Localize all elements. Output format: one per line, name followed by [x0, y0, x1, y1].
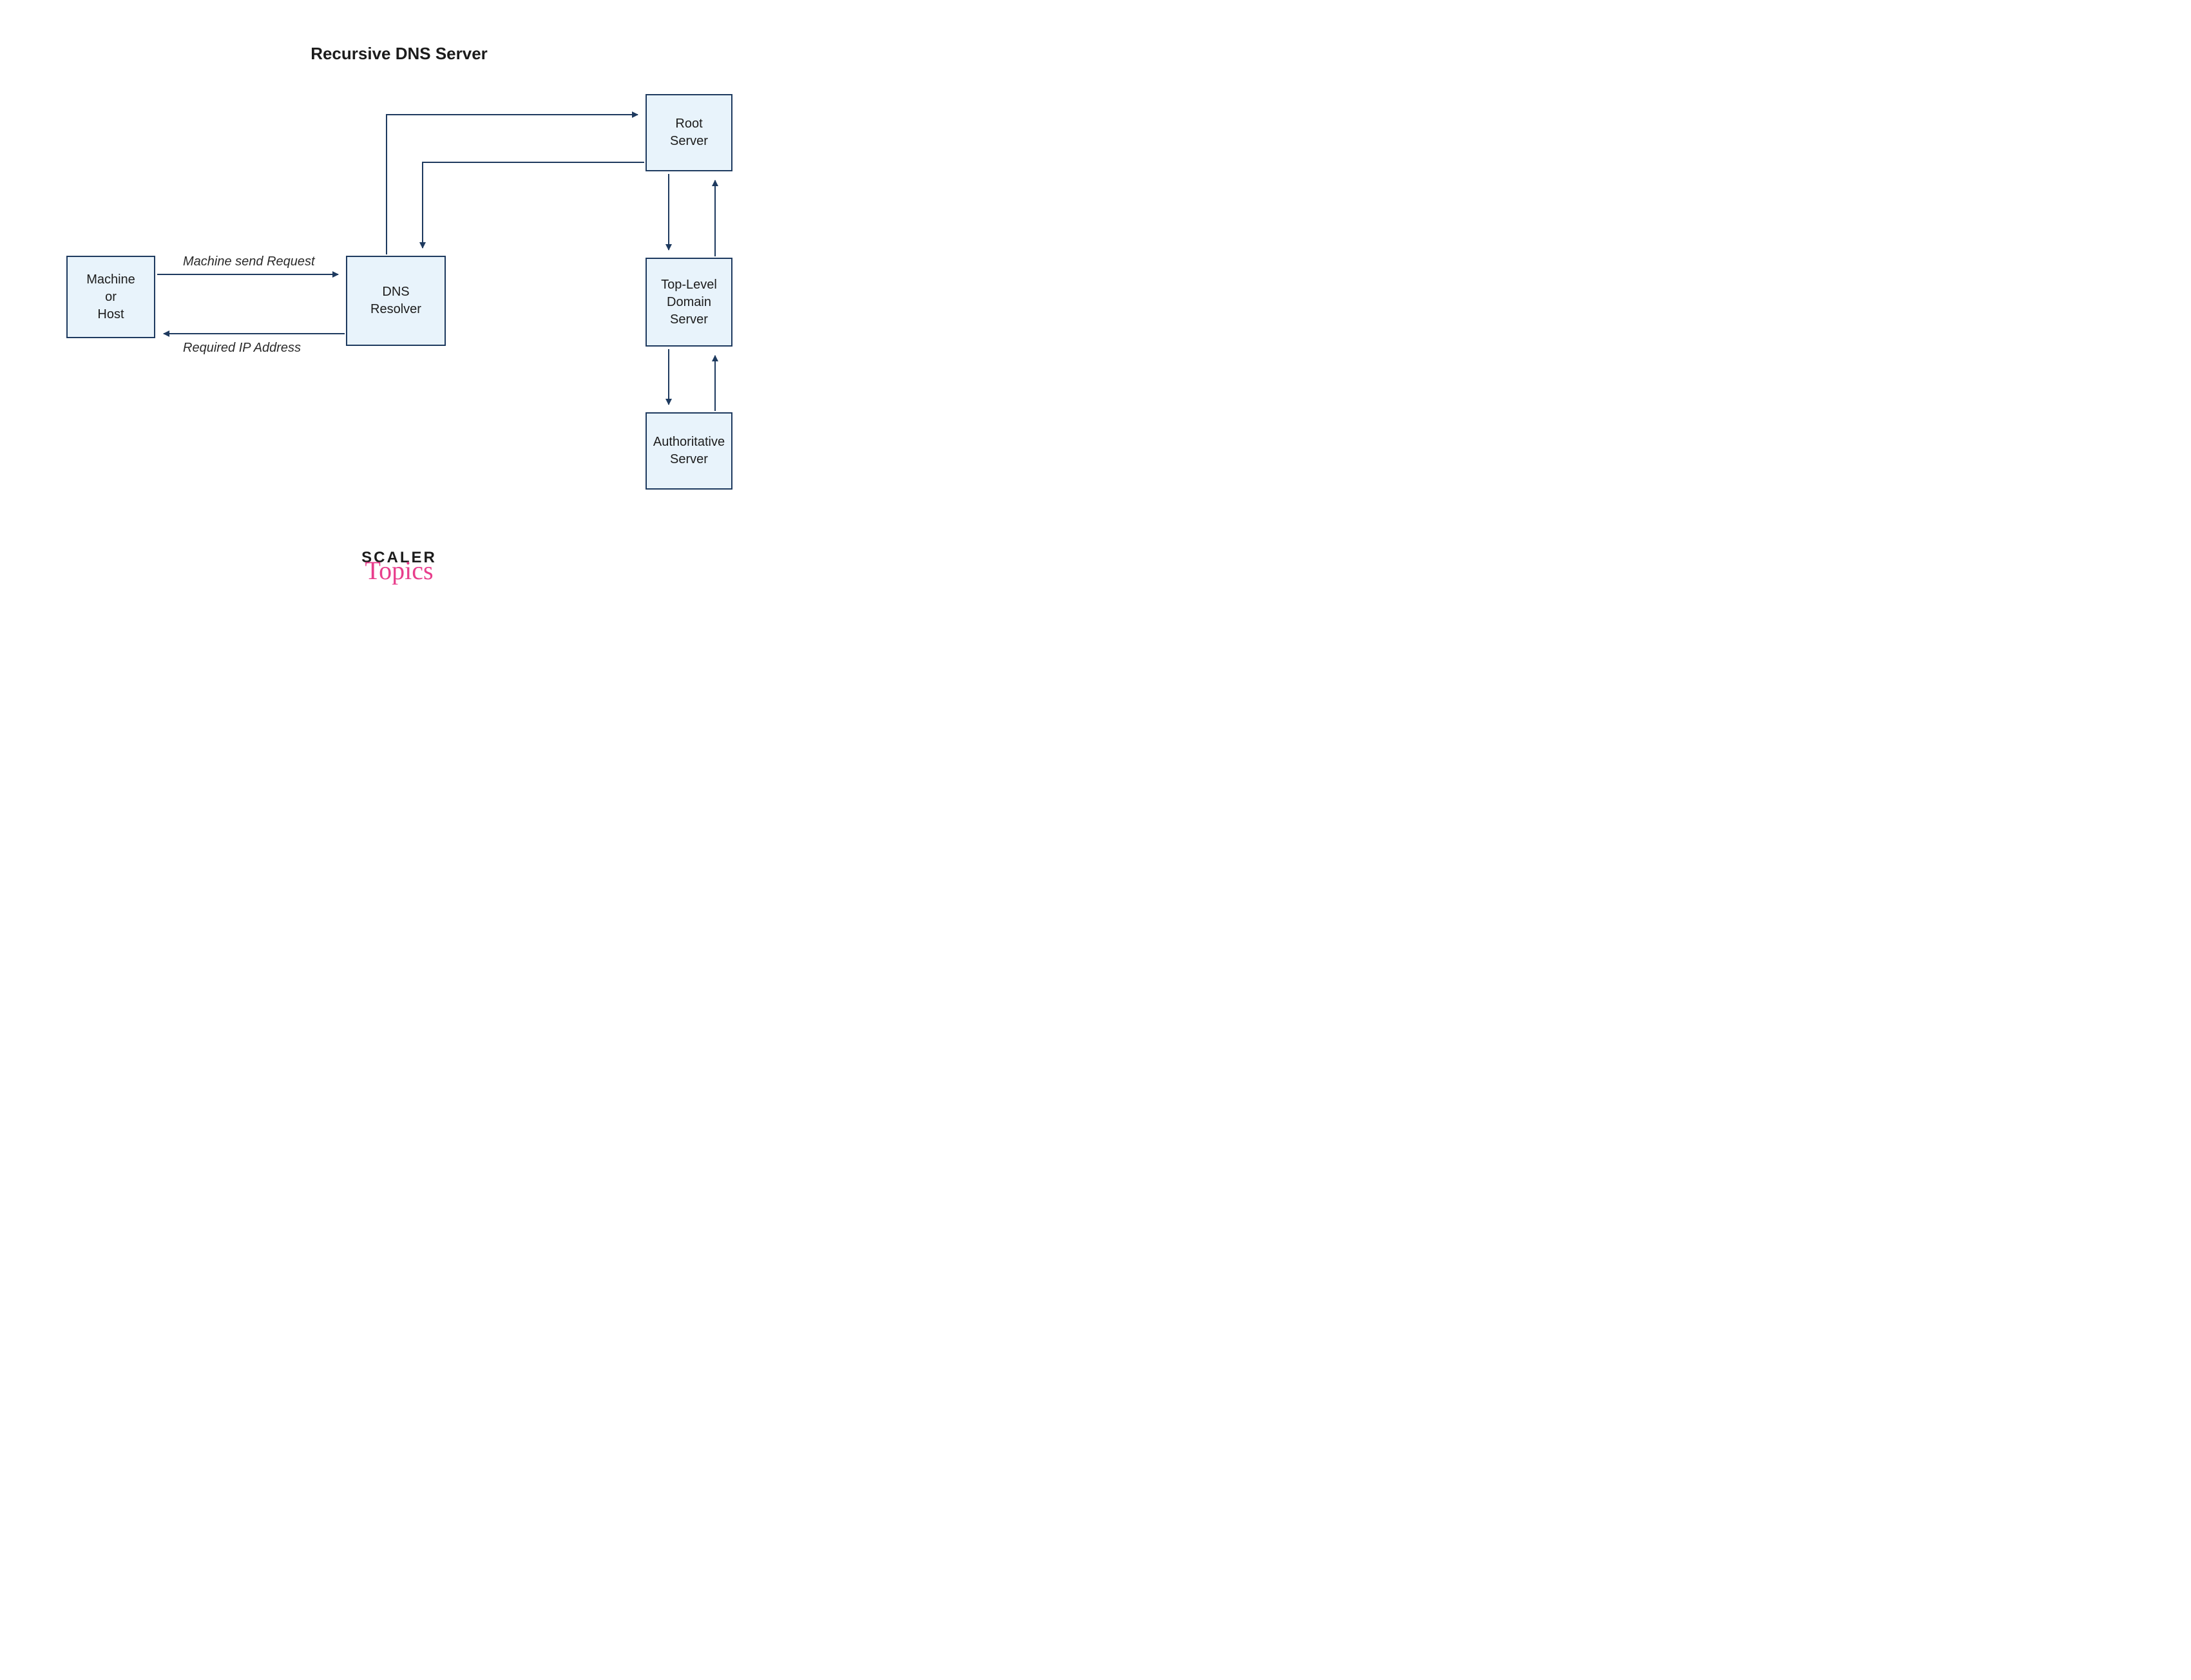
arrow-resolver-to-root [387, 115, 638, 254]
edge-label-response: Required IP Address [183, 341, 301, 356]
node-tld-server: Top-LevelDomainServer [646, 258, 732, 347]
node-machine-host: MachineorHost [66, 256, 155, 338]
diagram-title: Recursive DNS Server [311, 44, 488, 64]
node-root-server: RootServer [646, 94, 732, 171]
logo-scaler-topics: SCALER Topics [361, 550, 437, 581]
edge-label-request: Machine send Request [183, 254, 315, 269]
node-dns-resolver: DNSResolver [346, 256, 446, 346]
node-authoritative-server: AuthoritativeServer [646, 412, 732, 490]
arrow-root-to-resolver [423, 162, 644, 248]
logo-line2: Topics [361, 560, 437, 581]
